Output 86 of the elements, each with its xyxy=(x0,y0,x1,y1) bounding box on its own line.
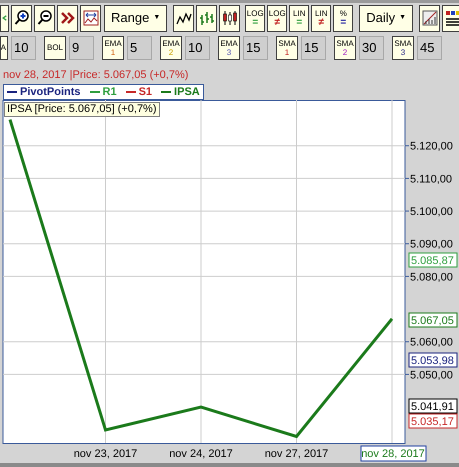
indicator-label: BOL xyxy=(46,43,63,52)
axis-label: 5.110,00 xyxy=(410,173,452,186)
price-marker: 5.053,98 xyxy=(408,352,458,368)
scale-sign: = xyxy=(252,18,258,27)
scale-button[interactable]: LIN ≠ xyxy=(311,4,332,32)
axis-label: 5.100,00 xyxy=(410,206,453,218)
axis-label: nov 27, 2017 xyxy=(264,448,328,460)
legend-item: R1 xyxy=(90,86,117,98)
price-marker: 5.085,87 xyxy=(408,252,458,268)
indicator-label: SMA xyxy=(336,38,354,48)
scale-label: LOG xyxy=(268,9,286,18)
scale-button[interactable]: % = xyxy=(333,4,354,32)
indicator-button[interactable]: EMA 2 xyxy=(160,36,182,60)
indicator-button[interactable]: BOL xyxy=(44,36,66,60)
indicator-label: SMA xyxy=(278,38,296,48)
scale-label: LOG xyxy=(246,9,264,18)
indicator-button[interactable]: EMA 3 xyxy=(218,36,240,60)
indicator-number: 1 xyxy=(110,48,116,56)
bar-chart-icon xyxy=(198,10,215,26)
period-field[interactable]: 9 xyxy=(69,36,94,60)
toolbar-button[interactable] xyxy=(442,4,459,32)
legend-item: PivotPoints xyxy=(7,86,81,98)
scale-label: LIN xyxy=(293,9,306,18)
toolbar-button[interactable] xyxy=(196,4,218,32)
double-chevron-icon xyxy=(60,10,76,26)
period-field[interactable]: 10 xyxy=(185,36,210,60)
indicator-number: 3 xyxy=(226,48,232,56)
price-marker: 5.067,05 xyxy=(408,312,458,328)
line-chart-icon xyxy=(176,10,192,26)
indicator-label: EMA xyxy=(162,38,180,48)
toolbar-button[interactable] xyxy=(11,4,32,32)
date-marker: nov 28, 2017 xyxy=(360,446,426,462)
scale-label: LIN xyxy=(315,9,328,18)
price-header: nov 28, 2017 |Price: 5.067,05 (+0,7%) xyxy=(3,69,188,82)
indicator-button[interactable]: EMA 1 xyxy=(102,36,124,60)
indicator-number: 1 xyxy=(284,48,290,56)
axis-label: 5.060,00 xyxy=(410,336,453,349)
period-field[interactable]: 15 xyxy=(301,36,326,60)
indicator-label: EMA xyxy=(220,38,238,48)
chart-settings-icon xyxy=(422,10,438,26)
scale-button[interactable]: LOG ≠ xyxy=(267,4,288,32)
toolbar-button[interactable] xyxy=(419,4,440,32)
period-field[interactable]: 15 xyxy=(243,36,268,60)
period-field[interactable]: 10 xyxy=(11,36,36,60)
scale-label: % xyxy=(340,9,347,18)
toolbar-button[interactable] xyxy=(219,4,240,32)
scale-sign: = xyxy=(296,18,302,27)
indicator-label: EMA xyxy=(104,38,122,48)
scale-sign: ≠ xyxy=(318,18,324,27)
indicator-number: 3 xyxy=(400,48,406,56)
scale-button[interactable]: LIN = xyxy=(289,4,310,32)
toolbar-button[interactable] xyxy=(34,4,55,32)
indicator-button[interactable]: SMA 1 xyxy=(276,36,298,60)
color-palette-icon xyxy=(444,10,459,26)
axis-label: 5.120,00 xyxy=(410,140,453,153)
scale-sign: = xyxy=(340,18,346,27)
period-field[interactable]: 30 xyxy=(359,36,384,60)
axis-label: nov 24, 2017 xyxy=(169,448,233,460)
zoom-in-icon xyxy=(14,10,30,26)
scale-sign: ≠ xyxy=(274,18,280,27)
toolbar-button[interactable] xyxy=(80,4,101,32)
indicator-button[interactable]: SMA 3 xyxy=(392,36,414,60)
price-marker: 5.035,17 xyxy=(408,414,458,428)
fit-chart-icon xyxy=(82,10,98,26)
indicator-number: 2 xyxy=(168,48,174,56)
axis-label: nov 23, 2017 xyxy=(74,448,138,460)
period-field[interactable]: 45 xyxy=(417,36,442,60)
legend-item: IPSA xyxy=(161,86,200,98)
price-marker: 5.041,91 xyxy=(408,398,458,414)
indicator-number: 2 xyxy=(342,48,348,56)
period-field[interactable]: 5 xyxy=(127,36,152,60)
axis-label: 5.050,00 xyxy=(410,369,453,382)
indicator-label: A xyxy=(1,43,6,52)
axis-label: 5.090,00 xyxy=(410,238,453,251)
scale-button[interactable]: LOG = xyxy=(245,4,266,32)
indicator-button[interactable]: SMA 2 xyxy=(334,36,356,60)
zoom-out-icon xyxy=(36,10,52,26)
toolbar-button[interactable] xyxy=(173,4,194,32)
price-tooltip: IPSA [Price: 5.067,05] (+0,7%) xyxy=(4,102,160,117)
indicator-button[interactable]: A xyxy=(0,36,8,60)
toolbar-button[interactable] xyxy=(57,4,78,32)
toolbar-button[interactable] xyxy=(0,4,9,32)
indicator-label: SMA xyxy=(394,38,412,48)
legend-item: S1 xyxy=(126,86,152,98)
axis-label: 5.080,00 xyxy=(410,271,453,284)
candlestick-icon xyxy=(222,10,238,26)
